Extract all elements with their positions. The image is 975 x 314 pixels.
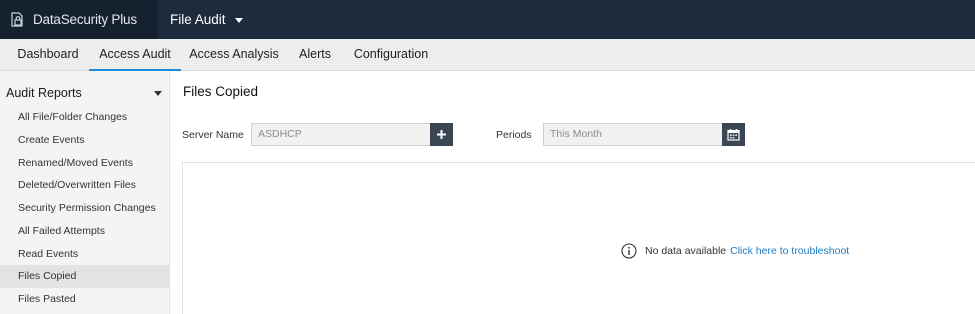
periods-label: Periods bbox=[496, 129, 532, 141]
plus-icon bbox=[436, 129, 447, 140]
top-bar: DataSecurity Plus File Audit bbox=[0, 0, 975, 39]
chevron-down-icon bbox=[234, 18, 243, 23]
server-name-input[interactable]: ASDHCP bbox=[251, 123, 431, 146]
no-data-message: No data available Click here to troubles… bbox=[621, 242, 849, 260]
sidebar-header-label: Audit Reports bbox=[6, 86, 82, 100]
report-panel bbox=[182, 162, 975, 314]
brand-name: DataSecurity Plus bbox=[33, 12, 137, 27]
calendar-button[interactable] bbox=[722, 123, 745, 146]
sidebar-header-audit-reports[interactable]: Audit Reports bbox=[0, 82, 170, 104]
info-icon bbox=[621, 243, 637, 259]
no-data-text: No data available bbox=[645, 245, 727, 257]
tab-configuration[interactable]: Configuration bbox=[349, 39, 433, 71]
troubleshoot-link[interactable]: Click here to troubleshoot bbox=[730, 245, 849, 257]
sidebar-item-create-events[interactable]: Create Events bbox=[0, 129, 169, 152]
server-name-label: Server Name bbox=[182, 129, 244, 141]
sidebar-item-renamed-moved-events[interactable]: Renamed/Moved Events bbox=[0, 152, 169, 175]
sidebar-item-deleted-overwritten-files[interactable]: Deleted/Overwritten Files bbox=[0, 174, 169, 197]
tab-dashboard[interactable]: Dashboard bbox=[10, 39, 86, 71]
sidebar-item-all-file-folder-changes[interactable]: All File/Folder Changes bbox=[0, 106, 169, 129]
tab-access-analysis[interactable]: Access Analysis bbox=[187, 39, 281, 71]
tab-access-audit[interactable]: Access Audit bbox=[89, 39, 181, 71]
periods-input[interactable]: This Month bbox=[543, 123, 723, 146]
sidebar-item-files-copied[interactable]: Files Copied bbox=[0, 265, 169, 288]
tab-bar: Dashboard Access Audit Access Analysis A… bbox=[0, 39, 975, 71]
sidebar-item-read-events[interactable]: Read Events bbox=[0, 243, 169, 266]
sidebar: Audit Reports All File/Folder Changes Cr… bbox=[0, 71, 170, 314]
brand[interactable]: DataSecurity Plus bbox=[0, 0, 158, 39]
sidebar-item-files-pasted[interactable]: Files Pasted bbox=[0, 288, 169, 311]
calendar-icon bbox=[727, 128, 740, 141]
module-selector[interactable]: File Audit bbox=[170, 0, 243, 39]
tab-alerts[interactable]: Alerts bbox=[293, 39, 337, 71]
page-title: Files Copied bbox=[183, 84, 259, 99]
add-server-button[interactable] bbox=[430, 123, 453, 146]
caret-down-icon bbox=[154, 91, 162, 96]
sidebar-item-security-permission-changes[interactable]: Security Permission Changes bbox=[0, 197, 169, 220]
sidebar-item-all-failed-attempts[interactable]: All Failed Attempts bbox=[0, 220, 169, 243]
module-label: File Audit bbox=[170, 12, 226, 27]
lock-file-icon bbox=[9, 11, 26, 28]
